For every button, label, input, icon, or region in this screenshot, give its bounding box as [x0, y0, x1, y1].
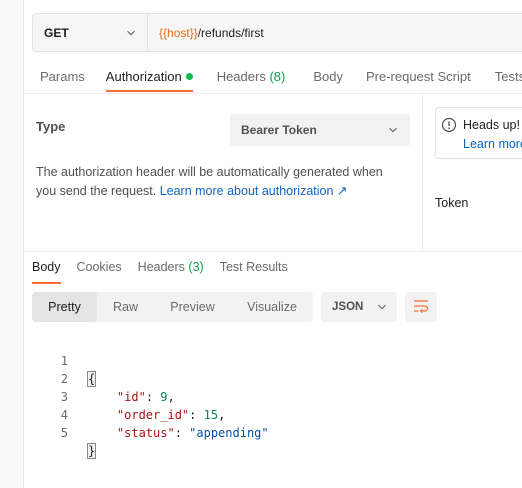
- url-variable: {{host}}: [159, 25, 198, 40]
- code-line: 5 }: [32, 406, 97, 459]
- auth-type-select[interactable]: Bearer Token: [230, 114, 410, 146]
- resp-tab-headers-label: Headers: [137, 260, 189, 274]
- resp-tab-body-label: Body: [32, 260, 61, 274]
- status-dot: [185, 73, 193, 80]
- tab-pre-request-script[interactable]: Pre-request Script: [366, 60, 471, 93]
- format-value: JSON: [332, 301, 364, 313]
- resp-tab-body[interactable]: Body: [32, 260, 61, 284]
- tab-headers[interactable]: Headers (8): [217, 60, 286, 93]
- tab-body-label: Body: [313, 69, 343, 84]
- code-line: 2 "id": 9,: [32, 352, 175, 404]
- resp-tab-cookies-label: Cookies: [76, 260, 122, 274]
- resp-tab-test-results[interactable]: Test Results: [220, 260, 288, 284]
- resp-tab-test-results-label: Test Results: [219, 260, 288, 274]
- json-key: "order_id": [116, 408, 190, 422]
- code-line: 1 {: [32, 334, 97, 387]
- heads-up-callout: Heads up! Learn more: [435, 107, 522, 159]
- tab-authorization-label: Authorization: [105, 69, 182, 84]
- token-label: Token: [435, 196, 469, 210]
- response-divider: [24, 251, 522, 252]
- method-select[interactable]: GET: [33, 14, 148, 51]
- tab-tests-label: Tests: [494, 69, 522, 84]
- tab-authorization[interactable]: Authorization: [105, 60, 193, 93]
- json-comma: ,: [218, 408, 226, 422]
- json-value: 15: [203, 408, 219, 422]
- view-preview-button[interactable]: Preview: [154, 292, 231, 322]
- tab-headers-label: Headers: [216, 69, 270, 84]
- wrap-lines-button[interactable]: [405, 292, 437, 322]
- heads-up-learn-more-link[interactable]: Learn more: [463, 137, 522, 151]
- view-pretty-button[interactable]: Pretty: [32, 292, 97, 322]
- code-line: 3 "order_id": 15,: [32, 370, 226, 422]
- chevron-down-icon: [126, 28, 136, 38]
- tab-body[interactable]: Body: [313, 60, 343, 93]
- auth-description: The authorization header will be automat…: [36, 163, 406, 201]
- resp-tab-headers-count: (3): [188, 260, 204, 274]
- info-icon: [441, 117, 457, 133]
- tab-headers-count: (8): [269, 69, 286, 84]
- format-select[interactable]: JSON: [321, 292, 397, 322]
- learn-more-auth-link[interactable]: Learn more about authorization ↗: [160, 184, 348, 198]
- tabs-divider: [24, 93, 522, 94]
- json-value: "appending": [189, 426, 269, 440]
- view-visualize-button[interactable]: Visualize: [231, 292, 313, 322]
- code-line: 4 "status": "appending": [32, 388, 269, 440]
- panel-divider: [422, 94, 423, 251]
- heads-up-title: Heads up!: [463, 118, 520, 132]
- tab-pre-request-label: Pre-request Script: [365, 69, 471, 84]
- auth-type-label: Type: [36, 119, 66, 134]
- view-raw-button[interactable]: Raw: [97, 292, 154, 322]
- url-bar: GET {{host}}/refunds/first: [32, 13, 522, 52]
- json-key: "status": [116, 426, 175, 440]
- left-rail: [0, 0, 24, 488]
- open-brace: {: [86, 371, 97, 387]
- json-key: "id": [116, 390, 146, 404]
- resp-tab-headers[interactable]: Headers (3): [138, 260, 204, 284]
- tab-params[interactable]: Params: [40, 60, 85, 93]
- response-body-code: 1 { 2 "id": 9, 3 "order_id": 15, 4 "stat…: [32, 334, 269, 459]
- close-brace: }: [86, 443, 97, 459]
- chevron-down-icon: [377, 302, 387, 312]
- json-value: 9: [160, 390, 168, 404]
- view-mode-control: Pretty Raw Preview Visualize: [32, 292, 313, 322]
- auth-type-value: Bearer Token: [241, 123, 317, 137]
- line-number: 5: [60, 426, 68, 440]
- method-label: GET: [44, 25, 69, 40]
- chevron-down-icon: [388, 125, 398, 135]
- resp-tab-cookies[interactable]: Cookies: [77, 260, 122, 284]
- url-path: /refunds/first: [197, 25, 264, 40]
- tab-tests[interactable]: Tests: [495, 60, 522, 93]
- response-tabs: Body Cookies Headers (3) Test Results: [32, 260, 304, 284]
- json-comma: ,: [167, 390, 175, 404]
- tab-params-label: Params: [40, 69, 85, 84]
- request-tabs: Params Authorization Headers (8) Body Pr…: [24, 60, 522, 93]
- wrap-lines-icon: [413, 299, 429, 316]
- url-input[interactable]: {{host}}/refunds/first: [148, 26, 264, 40]
